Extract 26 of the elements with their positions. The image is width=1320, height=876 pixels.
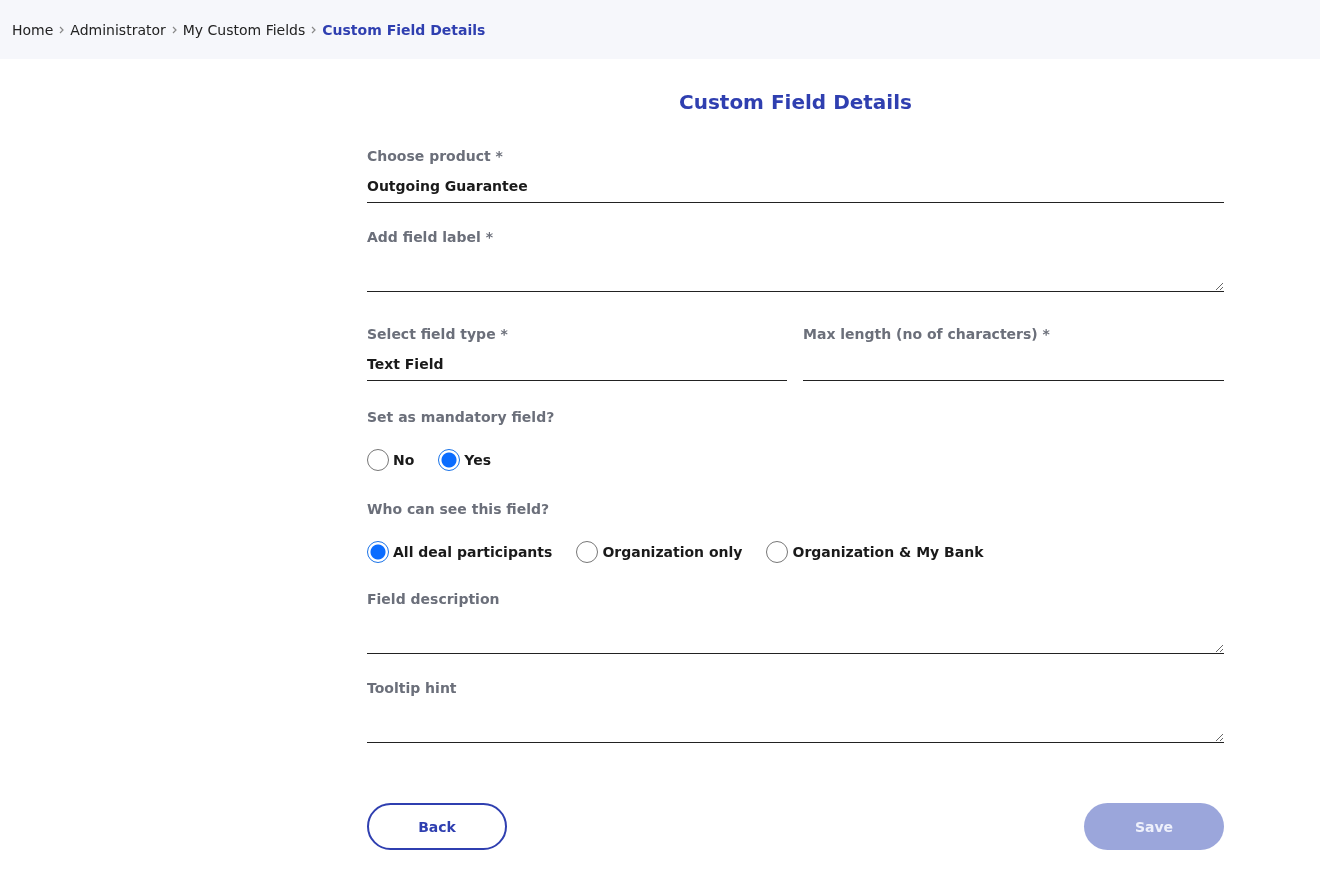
radio-icon[interactable]: [438, 449, 461, 471]
page-title: Custom Field Details: [678, 90, 913, 114]
back-button[interactable]: Back: [367, 803, 507, 850]
question-label: Who can see this field?: [367, 501, 551, 517]
chevron-icon: [171, 25, 177, 34]
product-select[interactable]: Outgoing Guarantee: [367, 164, 1224, 203]
breadcrumb-link[interactable]: Administrator: [70, 21, 166, 38]
field-label: Add field label *: [367, 229, 495, 245]
field-label: Select field type *: [367, 326, 509, 342]
breadcrumb-link[interactable]: My Custom Fields: [182, 21, 306, 38]
field-label: Tooltip hint: [367, 680, 458, 696]
field-label: Max length (no of characters) *: [803, 326, 1051, 342]
chevron-icon: [59, 25, 65, 34]
field-label: Field description: [367, 591, 501, 607]
radio-option[interactable]: Yes: [438, 449, 492, 471]
field-type-select[interactable]: Text Field: [367, 342, 787, 381]
breadcrumb-link[interactable]: Home: [12, 21, 54, 38]
question-label: Set as mandatory field?: [367, 409, 556, 425]
breadcrumb-link[interactable]: Custom Field Details: [322, 21, 486, 38]
radio-option[interactable]: No: [367, 449, 415, 471]
radio-option[interactable]: All deal participants: [367, 541, 553, 563]
radio-option[interactable]: Organization & My Bank: [766, 541, 984, 563]
radio-icon[interactable]: [367, 541, 389, 563]
radio-option[interactable]: Organization only: [576, 541, 743, 563]
chevron-icon: [311, 25, 317, 34]
field-label: Choose product *: [367, 148, 504, 164]
